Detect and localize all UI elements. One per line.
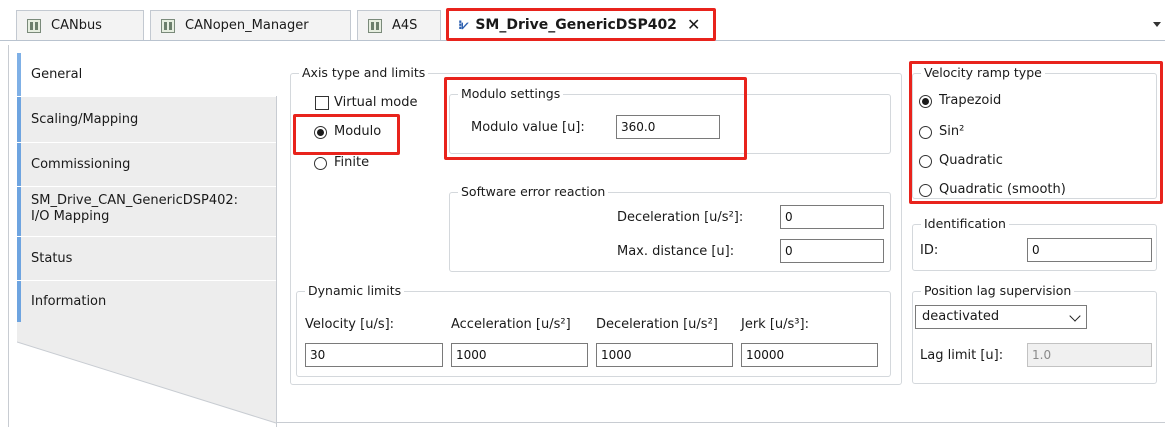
highlight-box [444, 77, 747, 160]
highlight-box [293, 114, 400, 155]
error-decel-label: Deceleration [u/s²]: [617, 210, 744, 225]
tab-canopen-manager[interactable]: CANopen_Manager [150, 10, 351, 40]
nav-item-label: General [31, 67, 83, 82]
virtual-mode-label: Virtual mode [334, 95, 418, 110]
group-title: Software error reaction [458, 184, 609, 199]
acceleration-input[interactable] [451, 343, 588, 367]
max-distance-label: Max. distance [u]: [617, 244, 735, 259]
highlight-box [446, 8, 716, 41]
lag-limit-label: Lag limit [u]: [920, 348, 1004, 363]
highlight-box [909, 61, 1163, 204]
jerk-label: Jerk [u/s³]: [741, 317, 809, 332]
acceleration-label: Acceleration [u/s²] [451, 317, 571, 332]
id-input[interactable] [1027, 238, 1152, 262]
tab-label: A4S [392, 18, 418, 33]
error-decel-input[interactable] [780, 205, 884, 229]
group-title: Identification [921, 216, 1009, 231]
max-distance-input[interactable] [780, 239, 884, 263]
nav-item-scaling-mapping[interactable]: Scaling/Mapping [17, 96, 276, 142]
group-title: Axis type and limits [299, 65, 429, 80]
finite-label: Finite [334, 155, 370, 170]
divider [8, 45, 9, 427]
nav-item-information[interactable]: Information [17, 280, 276, 322]
deceleration-input[interactable] [596, 343, 733, 367]
nav-item-status[interactable]: Status [17, 236, 276, 280]
finite-radio[interactable] [314, 157, 327, 170]
virtual-mode-checkbox[interactable] [315, 96, 329, 110]
id-label: ID: [920, 243, 939, 258]
tab-overflow-icon[interactable] [1153, 22, 1161, 27]
divider [276, 96, 277, 427]
nav-item-io-mapping[interactable]: SM_Drive_CAN_GenericDSP402: I/O Mapping [17, 186, 276, 236]
tab-label: CANbus [51, 18, 102, 33]
jerk-input[interactable] [741, 343, 878, 367]
lag-mode-value: deactivated [922, 309, 1000, 324]
device-icon [161, 18, 175, 33]
nav-item-label: SM_Drive_CAN_GenericDSP402: [31, 193, 239, 208]
chevron-down-icon [1069, 310, 1081, 322]
group-title: Position lag supervision [921, 283, 1075, 298]
tab-canbus[interactable]: CANbus [16, 10, 144, 40]
nav-slope-decoration [17, 322, 277, 424]
lag-mode-select[interactable]: deactivated [915, 305, 1087, 329]
nav-item-label-line2: I/O Mapping [31, 209, 110, 224]
nav-item-label: Status [31, 251, 73, 266]
tab-a4s[interactable]: A4S [357, 10, 441, 40]
nav-item-label: Information [31, 294, 107, 309]
nav-item-label: Scaling/Mapping [31, 112, 139, 127]
device-icon [368, 18, 382, 33]
tab-label: CANopen_Manager [185, 18, 309, 33]
nav-accent [17, 53, 21, 96]
nav-accent [17, 97, 21, 142]
velocity-input[interactable] [305, 343, 443, 367]
device-icon [27, 18, 41, 33]
nav-accent [17, 281, 21, 322]
lag-limit-input[interactable] [1027, 343, 1152, 367]
nav-item-label: Commissioning [31, 157, 131, 172]
nav-accent [17, 187, 21, 236]
nav-accent [17, 237, 21, 280]
nav-accent [17, 143, 21, 186]
nav-item-commissioning[interactable]: Commissioning [17, 142, 276, 186]
group-title: Dynamic limits [305, 283, 405, 298]
nav-item-general[interactable]: General [17, 52, 279, 96]
divider [276, 422, 1165, 423]
deceleration-label: Deceleration [u/s²] [596, 317, 718, 332]
velocity-label: Velocity [u/s]: [305, 317, 395, 332]
